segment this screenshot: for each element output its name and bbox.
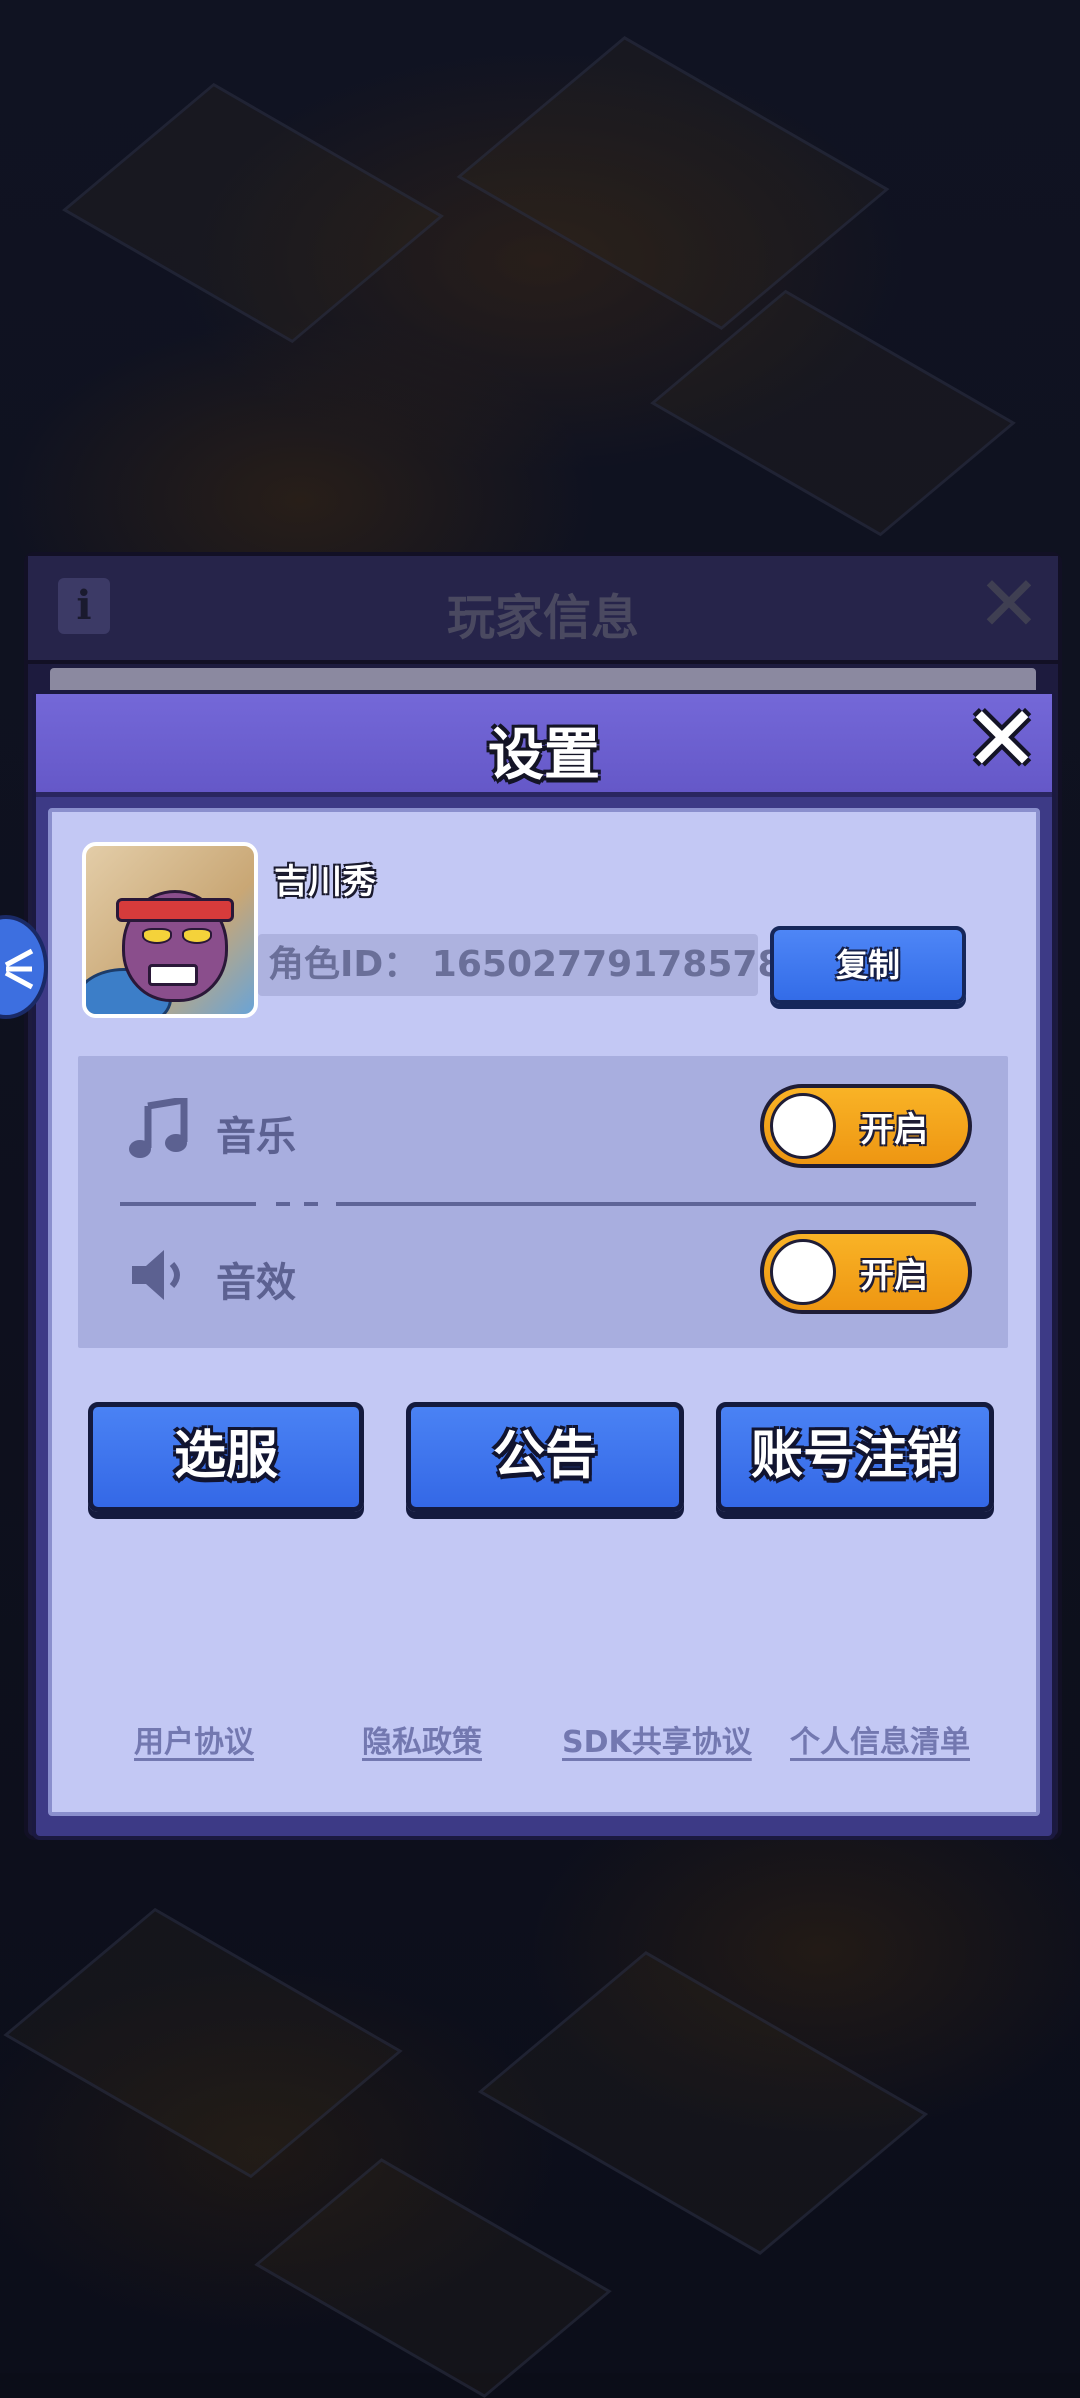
privacy-policy-link[interactable]: 隐私政策 [362, 1717, 482, 1761]
sdk-agreement-link[interactable]: SDK共享协议 [562, 1717, 752, 1761]
settings-header: 设置 ✕ [36, 694, 1052, 797]
audio-settings: 音乐 开启 音效 开启 [78, 1056, 1008, 1348]
close-button[interactable]: ✕ [964, 695, 1040, 785]
avatar-eye [182, 928, 212, 944]
speaker-icon [132, 1250, 180, 1300]
close-icon[interactable]: ✕ [974, 566, 1044, 642]
background-building [477, 1951, 929, 2255]
background-building [650, 289, 1016, 537]
sound-effect-label: 音效 [216, 1260, 296, 1306]
background-building [456, 36, 890, 330]
music-toggle[interactable]: 开启 [760, 1084, 972, 1168]
sound-effect-setting-row: 音效 开启 [78, 1224, 1008, 1324]
player-name: 吉川秀 [274, 862, 376, 902]
player-info-header: i 玩家信息 ✕ [28, 556, 1058, 664]
copy-button[interactable]: 复制 [770, 926, 966, 1004]
background-building [254, 2158, 612, 2398]
player-info-title: 玩家信息 [446, 590, 639, 646]
avatar[interactable] [82, 842, 258, 1018]
settings-title: 设置 [488, 723, 600, 788]
toggle-label: 开启 [860, 1110, 928, 1150]
toggle-knob [770, 1239, 836, 1305]
announcement-button[interactable]: 公告 [406, 1402, 684, 1512]
sound-effect-toggle[interactable]: 开启 [760, 1230, 972, 1314]
select-server-button[interactable]: 选服 [88, 1402, 364, 1512]
avatar-eye [142, 928, 172, 944]
music-label: 音乐 [216, 1114, 296, 1160]
avatar-headband [116, 898, 234, 922]
settings-dialog: 设置 ✕ 吉川秀 角色ID： 165027791785789 复制 音乐 开启 … [32, 690, 1056, 1840]
user-agreement-link[interactable]: 用户协议 [134, 1717, 254, 1761]
broadcast-icon [4, 948, 34, 990]
background-building [62, 82, 444, 344]
background-building [3, 1907, 403, 2179]
toggle-knob [770, 1093, 836, 1159]
divider [120, 1202, 976, 1206]
account-cancel-button[interactable]: 账号注销 [716, 1402, 994, 1512]
settings-content: 吉川秀 角色ID： 165027791785789 复制 音乐 开启 音效 开启… [48, 808, 1040, 1816]
toggle-label: 开启 [860, 1256, 928, 1296]
role-id: 角色ID： 165027791785789 [258, 934, 808, 996]
avatar-mouth [148, 964, 198, 986]
personal-info-list-link[interactable]: 个人信息清单 [790, 1717, 970, 1761]
music-note-icon [129, 1098, 188, 1158]
music-setting-row: 音乐 开启 [78, 1078, 1008, 1178]
